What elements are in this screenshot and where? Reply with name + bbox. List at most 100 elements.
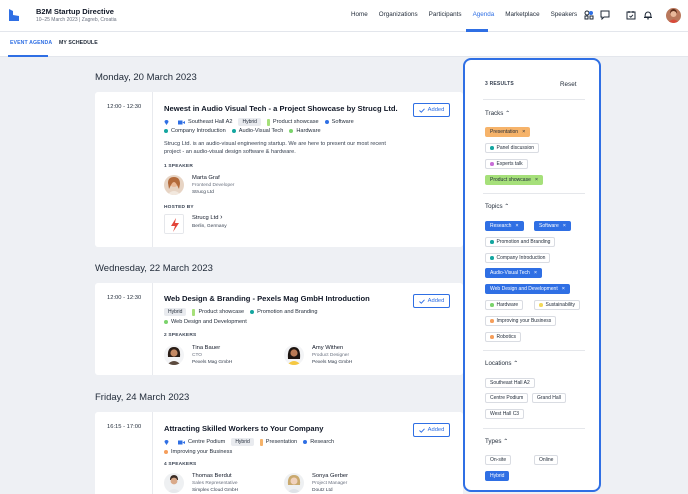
nav-agenda[interactable]: Agenda (473, 11, 495, 18)
day-title: Friday, 24 March 2023 (95, 392, 190, 403)
session-description: Strucg Ltd. is an audio-visual engineeri… (164, 141, 386, 155)
chevron-up-icon: ⌃ (504, 203, 510, 210)
tab-my-schedule[interactable]: MY SCHEDULE (59, 40, 98, 46)
meetings-icon[interactable] (584, 10, 594, 20)
chip-improving-business[interactable]: Improving your Business (485, 316, 557, 326)
tag: Product showcase (272, 119, 319, 125)
chip-company-introduction[interactable]: Company Introduction (485, 253, 551, 263)
agenda-subtabs: EVENT AGENDA MY SCHEDULE (0, 32, 688, 57)
chip-hybrid[interactable]: Hybrid (485, 471, 510, 481)
chip-experts-talk[interactable]: Experts talk (485, 159, 528, 169)
added-button[interactable]: Added (413, 103, 450, 117)
chip-southeast-hall[interactable]: Southeast Hall A2 (485, 378, 535, 388)
speaker-name: Tina Bauer (192, 345, 221, 351)
session-title[interactable]: Web Design & Branding - Pexels Mag GmbH … (164, 294, 370, 303)
chip-presentation[interactable]: Presentation × (485, 127, 531, 137)
app-logo-icon[interactable] (8, 9, 20, 22)
session-location: Southeast Hall A2 (188, 119, 233, 125)
chip-sustainability[interactable]: Sustainability (534, 300, 580, 310)
check-icon (418, 427, 425, 433)
tag: Software (331, 119, 354, 125)
tag: Presentation (265, 439, 298, 445)
speaker[interactable]: Thomas Berdut Sales Representative Simpl… (164, 473, 274, 494)
chevron-right-icon: › (220, 214, 223, 221)
added-button[interactable]: Added (413, 423, 450, 437)
chip-panel-discussion[interactable]: Panel discussion (485, 143, 540, 153)
bell-icon[interactable] (643, 10, 653, 20)
nav-marketplace[interactable]: Marketplace (505, 11, 539, 18)
divider (152, 283, 153, 375)
remove-icon[interactable]: × (562, 286, 565, 292)
session-card[interactable]: 12:00 - 12:30 Newest in Audio Visual Tec… (95, 92, 463, 247)
session-card[interactable]: 16:15 - 17:00 Attracting Skilled Workers… (95, 412, 463, 494)
speaker[interactable]: Tina Bauer CTO Pexels Mag GmbH (164, 345, 274, 367)
chip-product-showcase[interactable]: Product showcase × (485, 175, 544, 185)
speaker-name: Sonya Gerber (312, 473, 349, 479)
chat-icon[interactable] (600, 10, 610, 20)
day-title: Wednesday, 22 March 2023 (95, 263, 213, 274)
nav-organizations[interactable]: Organizations (379, 11, 418, 18)
session-time: 12:00 - 12:30 (107, 295, 142, 301)
divider (152, 92, 153, 247)
session-title[interactable]: Attracting Skilled Workers to Your Compa… (164, 424, 324, 433)
speaker-name: Amy Withen (312, 345, 344, 351)
chip-software[interactable]: Software × (534, 221, 571, 231)
format-badge: Hybrid (238, 118, 261, 126)
speaker-role: Product Designer (312, 353, 350, 358)
day-title: Monday, 20 March 2023 (95, 72, 197, 83)
chip-robotics[interactable]: Robotics (485, 332, 521, 342)
chip-research[interactable]: Research × (485, 221, 524, 231)
nav-home[interactable]: Home (351, 11, 368, 18)
speaker-role: Frontend Developer (192, 183, 235, 188)
tag: Web Design and Development (171, 319, 247, 325)
tag: Research (310, 439, 335, 445)
chip-web-design[interactable]: Web Design and Development × (485, 284, 570, 294)
nav-speakers[interactable]: Speakers (551, 11, 578, 18)
tracks-header[interactable]: Tracks ⌃ (485, 110, 510, 117)
chip-audio-visual-tech[interactable]: Audio-Visual Tech × (485, 268, 543, 278)
remove-icon[interactable]: × (522, 129, 525, 135)
chip-promotion-branding[interactable]: Promotion and Branding (485, 237, 556, 247)
speaker-company: Pexels Mag GmbH (192, 360, 233, 365)
tab-event-agenda[interactable]: EVENT AGENDA (10, 40, 52, 46)
locations-header[interactable]: Locations ⌃ (485, 360, 518, 367)
chip-hardware[interactable]: Hardware (485, 300, 524, 310)
results-count: 3 RESULTS (485, 81, 514, 87)
app-subtitle: 10–25 March 2023 | Zagreb, Croatia (36, 17, 117, 23)
chevron-up-icon: ⌃ (513, 360, 519, 367)
chip-centre-podium[interactable]: Centre Podium (485, 393, 529, 403)
user-avatar[interactable] (666, 8, 681, 23)
remove-icon[interactable]: × (515, 223, 518, 229)
host-name: Strucg Ltd › (192, 214, 223, 221)
speaker[interactable]: Marta Graf Frontend Developer Strucg Ltd (164, 175, 284, 197)
chip-online[interactable]: Online (534, 455, 559, 465)
divider (483, 99, 585, 100)
remove-icon[interactable]: × (563, 223, 566, 229)
chip-on-site[interactable]: On-site (485, 455, 512, 465)
calendar-icon[interactable] (626, 10, 636, 20)
main-nav: Home Organizations Participants Agenda M… (351, 11, 588, 18)
session-time: 16:15 - 17:00 (107, 424, 142, 430)
added-button[interactable]: Added (413, 294, 450, 308)
host-organization[interactable]: Strucg Ltd › Berlin, Germany (164, 214, 284, 236)
chip-grand-hall[interactable]: Grand Hall (532, 393, 566, 403)
speaker[interactable]: Sonya Gerber Project Manager Doutz Ltd (284, 473, 394, 494)
speaker-role: CTO (192, 353, 203, 358)
chip-west-hall[interactable]: West Hall C3 (485, 409, 525, 419)
format-badge: Hybrid (164, 308, 187, 316)
added-label: Added (427, 298, 445, 304)
nav-participants[interactable]: Participants (429, 11, 462, 18)
divider (483, 193, 585, 194)
remove-icon[interactable]: × (535, 177, 538, 183)
session-title[interactable]: Newest in Audio Visual Tech - a Project … (164, 104, 398, 113)
location-pin-icon (164, 120, 169, 125)
format-badge: Hybrid (231, 438, 254, 446)
topics-header[interactable]: Topics ⌃ (485, 203, 509, 210)
speakers-count: 1 SPEAKER (164, 164, 193, 169)
remove-icon[interactable]: × (534, 270, 537, 276)
reset-button[interactable]: Reset (560, 81, 576, 88)
speaker[interactable]: Amy Withen Product Designer Pexels Mag G… (284, 345, 394, 367)
types-header[interactable]: Types ⌃ (485, 438, 508, 445)
session-card[interactable]: 12:00 - 12:30 Web Design & Branding - Pe… (95, 283, 463, 375)
session-time: 12:00 - 12:30 (107, 104, 142, 110)
